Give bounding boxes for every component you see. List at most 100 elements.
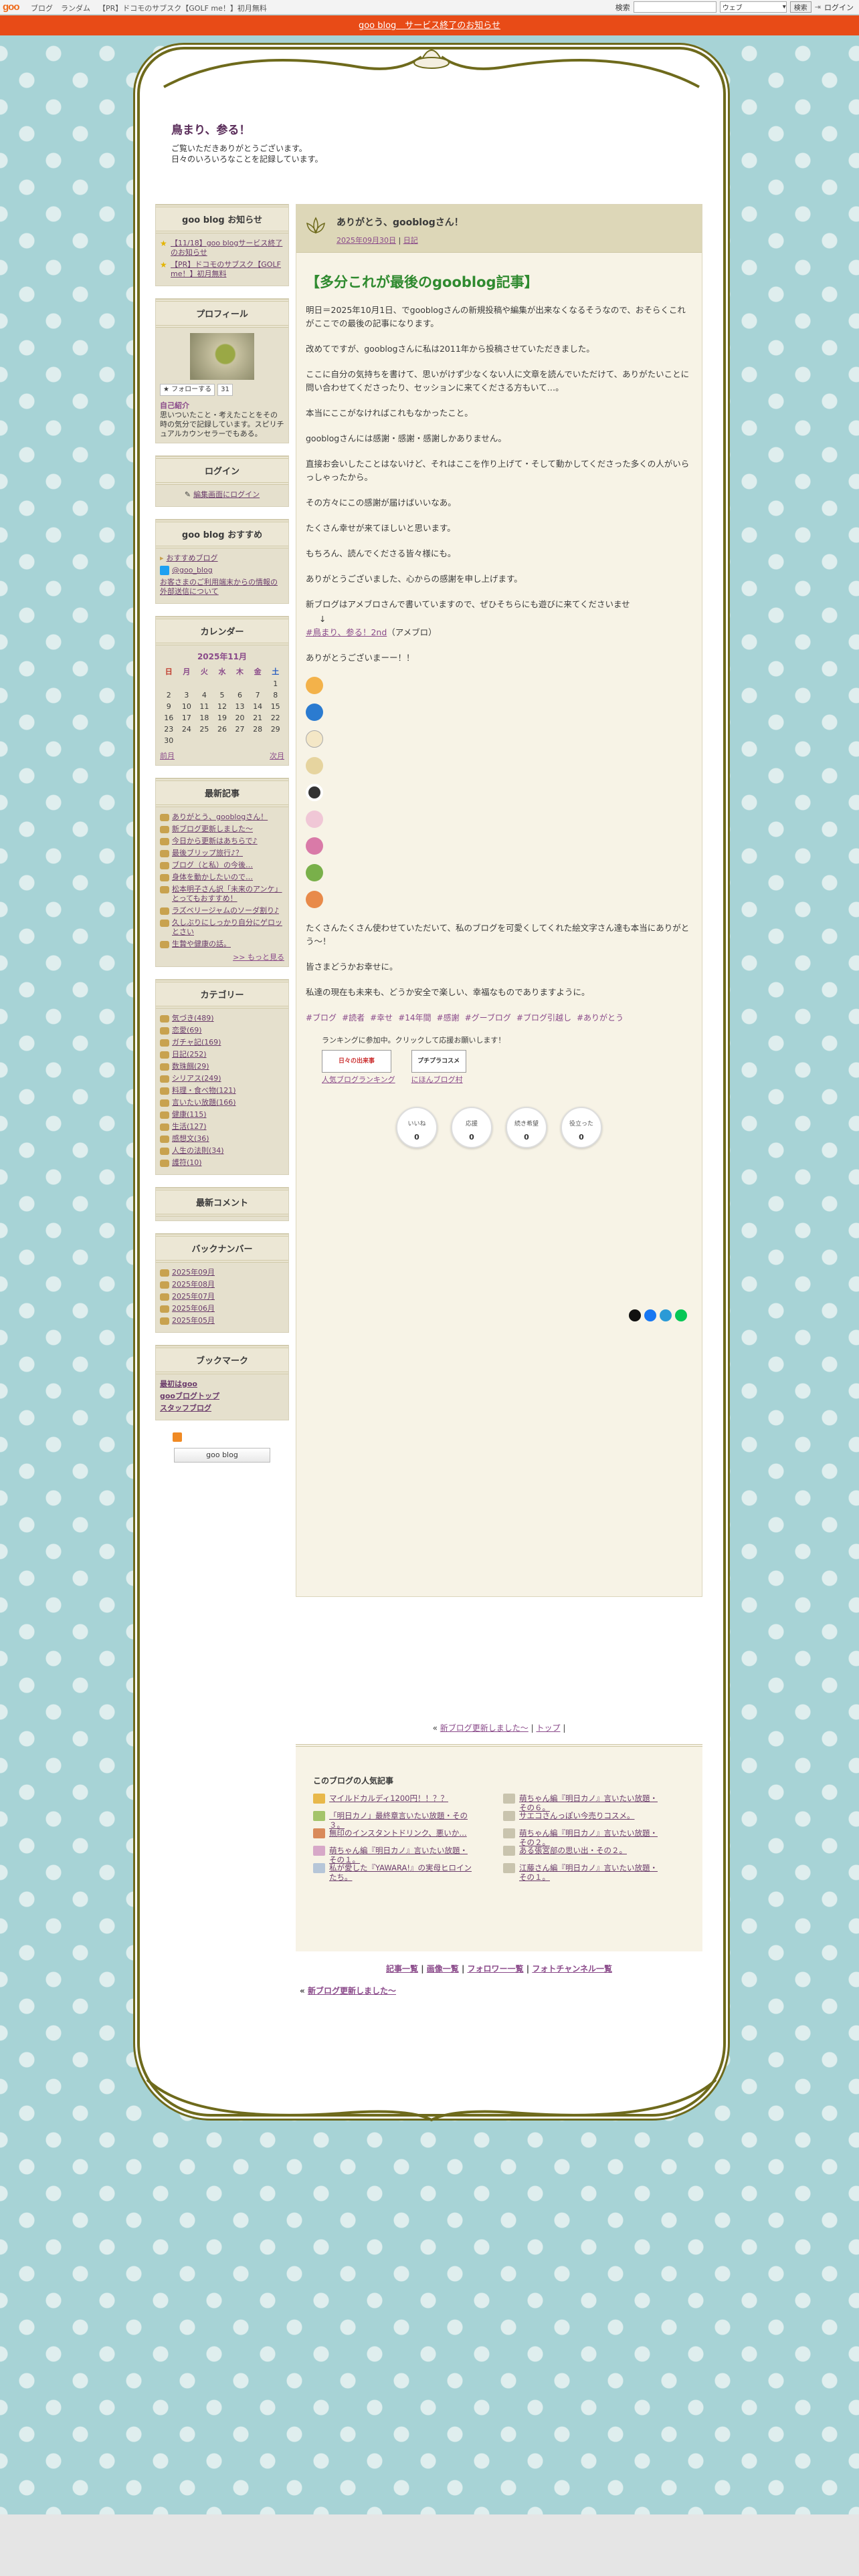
category-link[interactable]: 感想文(36) [172, 1134, 209, 1144]
backnumber-link[interactable]: 2025年05月 [172, 1316, 215, 1325]
category-link[interactable]: シリアス(249) [172, 1074, 221, 1083]
hatena-share-icon[interactable] [660, 1309, 672, 1321]
post-date-link[interactable]: 2025年09月30日 [337, 236, 396, 245]
category-link[interactable]: 言いたい放題(166) [172, 1098, 236, 1107]
popular-link[interactable]: 無印のインスタントドリンク、悪いか… [329, 1828, 467, 1838]
tag-link[interactable]: #ブログ引越し [516, 1013, 571, 1023]
blog-title[interactable]: 鳥まり、参る！ [171, 120, 250, 137]
post-category-link[interactable]: 日記 [403, 236, 418, 245]
notice-item[interactable]: ★ 【11/18】goo blogサービス終了のお知らせ [160, 239, 284, 257]
tag-link[interactable]: #ブログ [306, 1013, 337, 1023]
notice-item-link[interactable]: 【11/18】goo blogサービス終了のお知らせ [171, 239, 284, 257]
recent-item-link[interactable]: 生贄や健康の話。 [172, 940, 231, 949]
tag-link[interactable]: #感謝 [437, 1013, 460, 1023]
category-link[interactable]: 健康(115) [172, 1110, 207, 1119]
recommend-link[interactable]: お客さまのご利用端末からの情報の外部送信について [160, 578, 284, 597]
recent-item-link[interactable]: 今日から更新はあちらで♪ [172, 837, 258, 846]
footer-link-images[interactable]: 画像一覧 [427, 1964, 459, 1973]
line-share-icon[interactable] [675, 1309, 687, 1321]
ranking-banner-1[interactable]: 日々の出来事 人気ブログランキング [322, 1050, 395, 1087]
search-scope-select[interactable]: ウェブ ▾ [719, 1, 787, 13]
recent-item-link[interactable]: ブログ（と私）の今後… [172, 861, 253, 870]
top-link-pr[interactable]: 【PR】ドコモのサブスク【GOLF me！】初月無料 [98, 3, 267, 13]
backnumber-link[interactable]: 2025年08月 [172, 1280, 215, 1289]
backnumber-link[interactable]: 2025年09月 [172, 1268, 215, 1277]
reaction-button[interactable]: 続き希望 0 [506, 1107, 547, 1148]
tag-link[interactable]: #グーブログ [465, 1013, 511, 1023]
prev-month-link[interactable]: 前月 [160, 750, 175, 761]
recent-item-link[interactable]: 松本明子さん訳「未来のアンケ」とってもおすすめ！ [172, 885, 284, 903]
search-button[interactable]: 検索 [789, 1, 812, 13]
recommend-link[interactable]: @goo_blog [172, 566, 213, 575]
popular-link[interactable]: サエコさんっぽい今売りコスメ。 [519, 1811, 635, 1821]
top-link[interactable]: トップ [536, 1723, 560, 1733]
post-paragraph: たくさん幸せが来てほしいと思います。 [306, 523, 456, 533]
backnumber-link[interactable]: 2025年06月 [172, 1304, 215, 1313]
category-link[interactable]: 護符(10) [172, 1158, 202, 1168]
footer-link-articles[interactable]: 記事一覧 [386, 1964, 418, 1973]
recommend-link[interactable]: おすすめブログ [167, 554, 218, 563]
rank2-link[interactable]: にほんブログ村 [411, 1075, 463, 1084]
prev-post-link[interactable]: 新ブログ更新しました～ [440, 1723, 529, 1733]
rank1-link[interactable]: 人気ブログランキング [322, 1075, 395, 1084]
category-link[interactable]: 料理・食べ物(121) [172, 1086, 236, 1095]
recent-item-link[interactable]: 久しぶりにしっかり自分にゲロッとさい [172, 918, 284, 937]
popular-link[interactable]: マイルドカルディ1200円！！？？ [329, 1794, 448, 1804]
category-link[interactable]: 数珠餌(29) [172, 1062, 209, 1071]
tag-link[interactable]: #幸せ [370, 1013, 393, 1023]
facebook-share-icon[interactable] [644, 1309, 656, 1321]
backnumber-link[interactable]: 2025年07月 [172, 1292, 215, 1301]
next-month-link[interactable]: 次月 [270, 750, 284, 761]
category-link[interactable]: 恋愛(69) [172, 1026, 202, 1035]
more-link[interactable]: >> もっと見る [233, 953, 284, 962]
login-icon[interactable]: ⇥ [815, 3, 821, 11]
bookmark-link[interactable]: スタッフブログ [160, 1404, 211, 1413]
top-link-blog[interactable]: ブログ [31, 3, 53, 13]
newblog-link[interactable]: #鳥まり、参る！2nd [306, 627, 387, 637]
notice-item[interactable]: ★ 【PR】ドコモのサブスク【GOLF me！】初月無料 [160, 260, 284, 279]
goo-blog-badge[interactable]: goo blog [174, 1448, 270, 1463]
popular-link[interactable]: 「明日カノ」最終章言いたい放題・その３。 [329, 1811, 474, 1830]
tag-link[interactable]: #読者 [342, 1013, 365, 1023]
recent-item: 今日から更新はあちらで♪ [160, 837, 284, 846]
popular-link[interactable]: 江藤さん編『明日カノ』言いたい放題・その１。 [519, 1863, 664, 1882]
popular-link[interactable]: ある張宮部の思い出・その２。 [519, 1846, 627, 1856]
popular-link[interactable]: 私が愛した『YAWARA!』の実母ヒロインたち。 [329, 1863, 474, 1882]
rss-icon[interactable] [173, 1432, 182, 1442]
category-link[interactable]: 人生の法則(34) [172, 1146, 224, 1156]
search-input[interactable] [633, 1, 717, 13]
login-link[interactable]: ログイン [824, 2, 854, 13]
footer-link-photo[interactable]: フォトチャンネル一覧 [532, 1964, 612, 1973]
category-link[interactable]: 生活(127) [172, 1122, 207, 1132]
recent-item-link[interactable]: 新ブログ更新しました～ [172, 825, 253, 834]
footer-link-followers[interactable]: フォロワー一覧 [468, 1964, 524, 1973]
service-end-link[interactable]: goo blog サービス終了のお知らせ [359, 21, 500, 31]
popular-link[interactable]: 萌ちゃん編『明日カノ』言いたい放題・その２。 [519, 1828, 664, 1847]
reaction-button[interactable]: いいね 0 [396, 1107, 438, 1148]
edit-login-link[interactable]: 編集画面にログイン [193, 490, 260, 500]
popular-link[interactable]: 萌ちゃん編『明日カノ』言いたい放題・その１。 [329, 1846, 474, 1864]
top-link-random[interactable]: ランダム [61, 3, 90, 13]
x-share-icon[interactable] [629, 1309, 641, 1321]
category-link[interactable]: 日記(252) [172, 1050, 207, 1059]
popular-link[interactable]: 萌ちゃん編『明日カノ』言いたい放題・その６。 [519, 1794, 664, 1812]
footer-prev-link[interactable]: 新ブログ更新しました～ [308, 1986, 396, 1996]
profile-avatar[interactable] [190, 333, 254, 380]
reaction-button[interactable]: 応援 0 [451, 1107, 492, 1148]
notice-item-link[interactable]: 【PR】ドコモのサブスク【GOLF me！】初月無料 [171, 260, 284, 279]
tag-link[interactable]: #14年間 [398, 1013, 431, 1023]
recent-item-link[interactable]: ラズベリージャムのソーダ割り♪ [172, 906, 279, 916]
ranking-banner-2[interactable]: プチプラコスメ にほんブログ村 [411, 1050, 466, 1087]
bookmark-link[interactable]: 最初はgoo [160, 1380, 197, 1389]
goo-logo[interactable]: goo [3, 1, 19, 13]
follow-button[interactable]: ★ フォローする [160, 384, 215, 396]
reaction-button[interactable]: 役立った 0 [561, 1107, 602, 1148]
recent-item-link[interactable]: 身体を動かしたいので… [172, 873, 253, 882]
recent-item-link[interactable]: ありがとう、gooblogさん！ [172, 813, 268, 822]
category-link[interactable]: ガチャ記(169) [172, 1038, 221, 1047]
recent-item-link[interactable]: 最後ブリップ旅行♪？ [172, 849, 243, 858]
bookmark-link[interactable]: gooブログトップ [160, 1392, 219, 1401]
top-search: 検索 ウェブ ▾ 検索 ⇥ ログイン [615, 1, 854, 13]
tag-link[interactable]: #ありがとう [577, 1013, 624, 1023]
category-link[interactable]: 気づき(489) [172, 1014, 214, 1023]
